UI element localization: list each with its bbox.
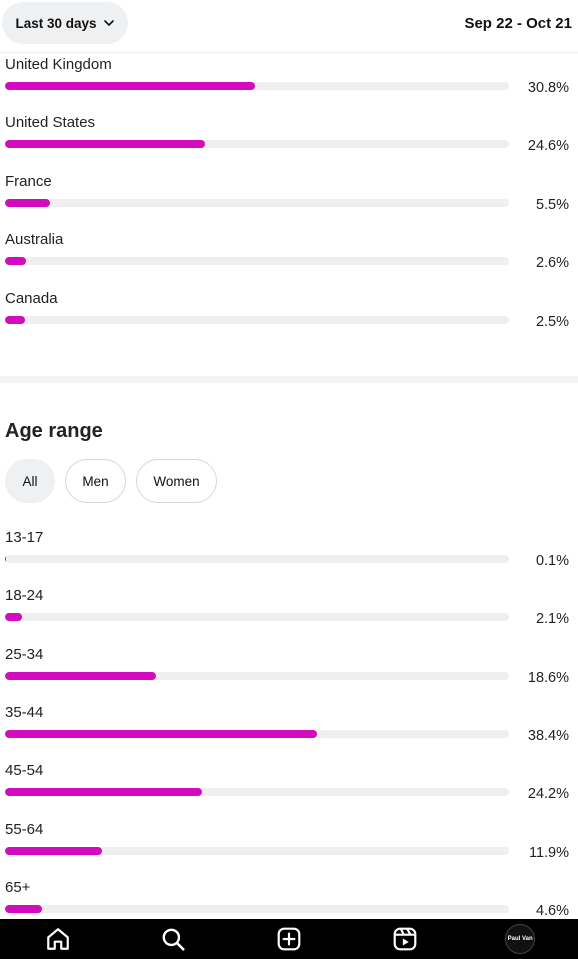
country-row: France 5.5% (0, 173, 578, 231)
percent-value: 2.1% (535, 611, 569, 627)
bar-fill (5, 788, 202, 796)
bottom-navigation: Paul Van (0, 919, 578, 959)
bar-fill (5, 199, 50, 207)
bar-fill (5, 730, 318, 738)
country-name: Australia (5, 231, 64, 248)
bar-track (5, 672, 509, 680)
country-row: United States 24.6% (0, 114, 578, 172)
bar-fill (5, 257, 27, 265)
age-row: 18-24 2.1% (0, 587, 578, 645)
bar-track (5, 788, 509, 796)
header: Last 30 days Sep 22 - Oct 21 (0, 0, 578, 53)
home-icon (46, 928, 69, 950)
gender-filter-chips: All Men Women (5, 459, 217, 503)
percent-value: 38.4% (527, 728, 569, 744)
search-icon (162, 928, 185, 951)
bar-track (5, 257, 509, 265)
age-row: 35-44 38.4% (0, 704, 578, 762)
country-name: United Kingdom (5, 56, 112, 73)
bar-fill (5, 847, 102, 855)
bar-fill (5, 905, 43, 913)
bar-track (5, 905, 509, 913)
percent-value: 24.2% (527, 786, 569, 802)
bar-fill (5, 316, 26, 324)
country-row: United Kingdom 30.8% (0, 56, 578, 114)
age-range-title: Age range (5, 420, 103, 442)
bar-fill (5, 555, 7, 563)
create-icon (277, 927, 301, 951)
section-divider (0, 376, 578, 383)
bar-track (5, 730, 509, 738)
age-row: 25-34 18.6% (0, 646, 578, 704)
bar-track (5, 613, 509, 621)
date-range-text: Sep 22 - Oct 21 (464, 15, 572, 32)
percent-value: 2.6% (535, 255, 569, 271)
age-row: 13-17 0.1% (0, 529, 578, 587)
percent-value: 0.1% (535, 553, 569, 569)
profile-avatar: Paul Van (505, 924, 536, 954)
filter-men-chip[interactable]: Men (65, 459, 126, 503)
nav-home[interactable] (38, 919, 78, 959)
chevron-down-icon (103, 20, 114, 26)
country-name: France (5, 173, 52, 190)
age-range-label: 35-44 (5, 704, 44, 721)
age-range-label: 25-34 (5, 646, 44, 663)
bar-track (5, 847, 509, 855)
bar-fill (5, 140, 205, 148)
bar-track (5, 555, 509, 563)
bar-track (5, 199, 509, 207)
age-range-label: 18-24 (5, 587, 44, 604)
date-range-dropdown[interactable]: Last 30 days (2, 2, 128, 44)
audience-insights-page: Last 30 days Sep 22 - Oct 21 United King… (0, 0, 578, 959)
percent-value: 18.6% (527, 670, 569, 686)
percent-value: 30.8% (527, 80, 569, 96)
bar-fill (5, 613, 23, 621)
percent-value: 2.5% (535, 314, 569, 330)
nav-search[interactable] (153, 919, 193, 959)
age-range-label: 45-54 (5, 762, 44, 779)
bar-fill (5, 672, 157, 680)
nav-create[interactable] (269, 919, 309, 959)
percent-value: 24.6% (527, 138, 569, 154)
age-range-label: 55-64 (5, 821, 44, 838)
nav-profile[interactable]: Paul Van (500, 919, 540, 959)
nav-reels[interactable] (385, 919, 425, 959)
country-row: Canada 2.5% (0, 290, 578, 348)
filter-all-chip[interactable]: All (5, 459, 55, 503)
country-name: Canada (5, 290, 58, 307)
bar-track (5, 140, 509, 148)
bar-track (5, 316, 509, 324)
bar-track (5, 82, 509, 90)
reels-icon (393, 927, 416, 951)
percent-value: 4.6% (535, 903, 569, 919)
age-row: 55-64 11.9% (0, 821, 578, 879)
percent-value: 11.9% (528, 845, 569, 861)
date-range-dropdown-label: Last 30 days (15, 15, 97, 31)
age-range-label: 65+ (5, 879, 31, 896)
country-name: United States (5, 114, 96, 131)
bar-fill (5, 82, 256, 90)
age-range-label: 13-17 (5, 529, 44, 546)
country-row: Australia 2.6% (0, 231, 578, 289)
percent-value: 5.5% (535, 197, 569, 213)
filter-women-chip[interactable]: Women (136, 459, 217, 503)
age-row: 45-54 24.2% (0, 762, 578, 820)
